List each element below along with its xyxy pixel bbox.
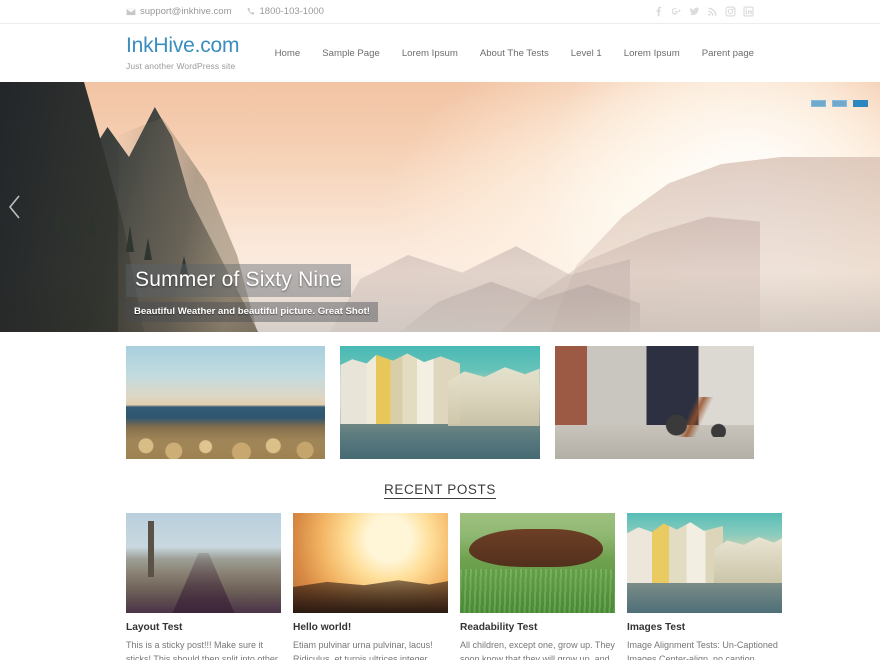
- post-excerpt: Image Alignment Tests: Un-Captioned Imag…: [627, 640, 778, 660]
- railway-graphic: [126, 513, 281, 613]
- rss-icon[interactable]: [707, 6, 718, 17]
- nav-item-lorem-ipsum-2[interactable]: Lorem Ipsum: [624, 48, 680, 59]
- dogs-graphic: [460, 513, 615, 613]
- hero-caption: Summer of Sixty Nine Beautiful Weather a…: [126, 263, 426, 322]
- recent-posts-header: RECENT POSTS: [0, 459, 880, 513]
- site-tagline: Just another WordPress site: [126, 60, 236, 71]
- facebook-icon[interactable]: [653, 6, 664, 17]
- phone-contact[interactable]: 1800-103-1000: [246, 6, 324, 17]
- post-card-images-test[interactable]: Images Test Image Alignment Tests: Un-Ca…: [627, 513, 782, 660]
- top-bar: support@inkhive.com 1800-103-1000: [0, 0, 880, 24]
- slider-pagination: [811, 100, 868, 107]
- nav-item-home[interactable]: Home: [275, 48, 301, 59]
- email-contact[interactable]: support@inkhive.com: [126, 6, 232, 17]
- post-title[interactable]: Readability Test: [460, 622, 615, 634]
- hero-caption-title: Summer of Sixty Nine: [126, 263, 352, 297]
- seascape-graphic: [126, 346, 326, 459]
- post-thumb-sunset[interactable]: [293, 513, 448, 613]
- hero-caption-subtitle: Beautiful Weather and beautiful picture.…: [126, 302, 378, 322]
- post-excerpt: This is a sticky post!!! Make sure it st…: [126, 640, 278, 660]
- tricycle-graphic: [554, 346, 754, 459]
- recent-posts-list: Layout Test This is a sticky post!!! Mak…: [0, 513, 880, 660]
- chevron-left-icon: [8, 195, 20, 219]
- recent-posts-heading: RECENT POSTS: [384, 482, 496, 499]
- site-branding[interactable]: InkHive.com Just another WordPress site: [126, 35, 240, 71]
- post-title[interactable]: Hello world!: [293, 622, 448, 634]
- instagram-icon[interactable]: [725, 6, 736, 17]
- feature-image-seascape[interactable]: [126, 346, 326, 459]
- email-text: support@inkhive.com: [140, 6, 232, 17]
- post-card-readability-test[interactable]: Readability Test All children, except on…: [460, 513, 615, 660]
- nav-item-level-1[interactable]: Level 1: [571, 48, 602, 59]
- phone-icon: [246, 7, 256, 17]
- google-plus-icon[interactable]: [671, 6, 682, 17]
- top-bar-contacts: support@inkhive.com 1800-103-1000: [126, 6, 324, 17]
- envelope-icon: [126, 7, 136, 17]
- feature-images: [0, 332, 880, 459]
- primary-navigation: Home Sample Page Lorem Ipsum About The T…: [275, 48, 754, 59]
- canal-graphic: [340, 346, 540, 459]
- site-header: InkHive.com Just another WordPress site …: [0, 24, 880, 82]
- linkedin-icon[interactable]: [743, 6, 754, 17]
- canal-thumb-graphic: [627, 513, 782, 613]
- post-thumb-canal[interactable]: [627, 513, 782, 613]
- post-title[interactable]: Images Test: [627, 622, 782, 634]
- phone-text: 1800-103-1000: [259, 6, 324, 17]
- feature-image-canal[interactable]: [340, 346, 540, 459]
- post-excerpt: Etiam pulvinar urna pulvinar, lacus! Rid…: [293, 640, 433, 660]
- nav-item-about-the-tests[interactable]: About The Tests: [480, 48, 549, 59]
- nav-item-sample-page[interactable]: Sample Page: [322, 48, 380, 59]
- post-thumb-railway[interactable]: [126, 513, 281, 613]
- twitter-icon[interactable]: [689, 6, 700, 17]
- post-card-layout-test[interactable]: Layout Test This is a sticky post!!! Mak…: [126, 513, 281, 660]
- social-links: [653, 6, 754, 17]
- feature-image-tricycle[interactable]: [554, 346, 754, 459]
- site-title[interactable]: InkHive.com: [126, 35, 240, 57]
- post-title[interactable]: Layout Test: [126, 622, 281, 634]
- post-card-hello-world[interactable]: Hello world! Etiam pulvinar urna pulvina…: [293, 513, 448, 660]
- nav-item-lorem-ipsum-1[interactable]: Lorem Ipsum: [402, 48, 458, 59]
- hero-slider: Summer of Sixty Nine Beautiful Weather a…: [0, 82, 880, 332]
- post-thumb-dogs[interactable]: [460, 513, 615, 613]
- slider-dot-2[interactable]: [832, 100, 847, 107]
- hero-trees: [48, 178, 278, 274]
- slider-dot-1[interactable]: [811, 100, 826, 107]
- sunset-graphic: [293, 513, 448, 613]
- post-excerpt: All children, except one, grow up. They …: [460, 640, 615, 660]
- slider-prev-button[interactable]: [4, 190, 26, 224]
- slider-dot-3[interactable]: [853, 100, 868, 107]
- nav-item-parent-page[interactable]: Parent page: [702, 48, 754, 59]
